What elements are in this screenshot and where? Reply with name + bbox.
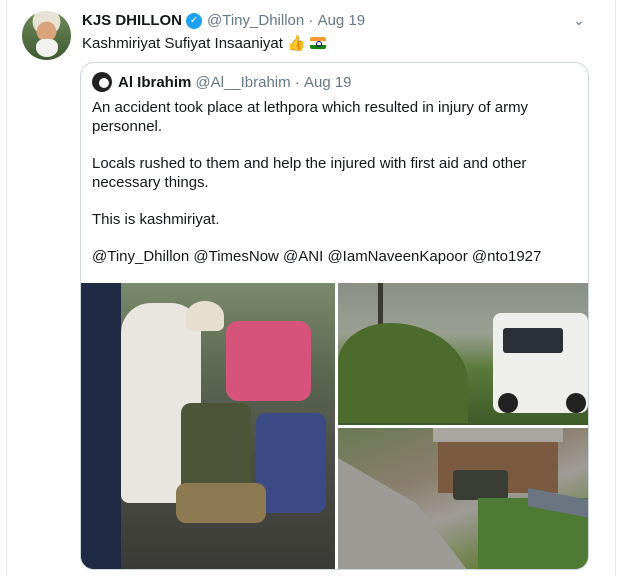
tweet-date[interactable]: Aug 19 (318, 12, 366, 29)
quoted-author-handle: @Al__Ibrahim (195, 73, 291, 91)
crashed-vehicle-slope-photo[interactable] (338, 428, 588, 569)
quoted-header-separator: · (290, 73, 304, 91)
quoted-paragraph: Locals rushed to them and help the injur… (92, 155, 527, 191)
author-handle[interactable]: @Tiny_Dhillon (207, 12, 304, 29)
verified-badge-icon: ✓ (186, 12, 203, 29)
author-name[interactable]: KJS DHILLON (82, 12, 182, 29)
quoted-paragraph: An accident took place at lethpora which… (92, 99, 529, 135)
thumbs-up-icon: 👍 (286, 35, 306, 52)
locals-helping-injured-soldier-photo[interactable] (81, 283, 335, 569)
author-avatar[interactable] (22, 11, 71, 60)
quoted-author-avatar (92, 72, 112, 92)
quoted-tweet-body: An accident took place at lethpora which… (92, 98, 572, 266)
quoted-tweet-date: Aug 19 (303, 73, 352, 91)
media-grid (81, 283, 588, 569)
tweet-text-content: Kashmiriyat Sufiyat Insaaniyat (82, 34, 283, 52)
header-separator: · (304, 12, 318, 29)
quoted-tweet[interactable]: Al Ibrahim @Al__Ibrahim · Aug 19 An acci… (80, 62, 589, 570)
quoted-mentions: @Tiny_Dhillon @TimesNow @ANI @IamNaveenK… (92, 248, 542, 265)
chevron-down-icon[interactable]: ⌄ (573, 12, 585, 29)
india-flag-icon (309, 37, 326, 49)
tweet-header: KJS DHILLON ✓ @Tiny_Dhillon · Aug 19 (82, 12, 365, 29)
tweet-text: Kashmiriyat Sufiyat Insaaniyat 👍 (82, 34, 326, 52)
quoted-author-name: Al Ibrahim (118, 73, 192, 91)
quoted-paragraph: This is kashmiriyat. (92, 211, 220, 228)
army-vehicle-on-road-photo[interactable] (338, 283, 588, 425)
quoted-tweet-header: Al Ibrahim @Al__Ibrahim · Aug 19 (92, 72, 352, 92)
